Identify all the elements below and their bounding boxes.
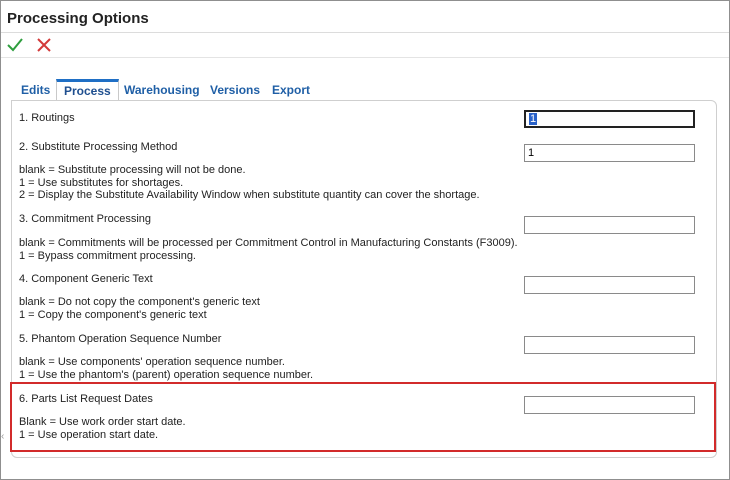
- toolbar: [1, 33, 729, 58]
- option-1-value: 1: [529, 113, 538, 125]
- window-title: Processing Options: [7, 10, 149, 27]
- option-5-phantom-seq-input[interactable]: [524, 336, 695, 354]
- collapse-handle[interactable]: ‹: [1, 431, 9, 451]
- close-icon: [37, 38, 51, 52]
- option-5-desc-line: 1 = Use the phantom's (parent) operation…: [19, 368, 314, 381]
- option-3-label: 3. Commitment Processing: [19, 213, 152, 225]
- option-3-description: blank = Commitments will be processed pe…: [19, 237, 518, 262]
- checkmark-icon: [7, 38, 23, 52]
- option-4-label: 4. Component Generic Text: [19, 273, 153, 285]
- option-2-desc-line: 2 = Display the Substitute Availability …: [19, 189, 480, 201]
- tab-export[interactable]: Export: [272, 80, 310, 100]
- option-4-desc-line: 1 = Copy the component's generic text: [19, 308, 207, 321]
- title-bar: Processing Options: [1, 1, 729, 33]
- cancel-button[interactable]: [35, 36, 53, 54]
- option-2-label: 2. Substitute Processing Method: [19, 141, 178, 153]
- option-1-routings-input[interactable]: 1: [524, 110, 695, 128]
- option-5-desc-line: blank = Use components' operation sequen…: [19, 356, 285, 368]
- option-5-description: blank = Use components' operation sequen…: [19, 356, 313, 381]
- processing-options-window: Processing Options Edits Process Warehou…: [0, 0, 730, 480]
- option-2-substitute-input[interactable]: 1: [524, 144, 695, 162]
- option-3-desc-line: blank = Commitments will be processed pe…: [19, 237, 518, 249]
- option-2-desc-line: blank = Substitute processing will not b…: [19, 164, 246, 176]
- tab-edits[interactable]: Edits: [21, 80, 50, 100]
- option-5-label: 5. Phantom Operation Sequence Number: [19, 333, 222, 345]
- tab-versions[interactable]: Versions: [210, 80, 260, 100]
- option-3-desc-line: 1 = Bypass commitment processing.: [19, 249, 196, 262]
- option-3-commitment-input[interactable]: [524, 216, 695, 234]
- option-1-label: 1. Routings: [19, 112, 75, 124]
- ok-button[interactable]: [6, 36, 24, 54]
- option-4-description: blank = Do not copy the component's gene…: [19, 296, 260, 321]
- tab-process[interactable]: Process: [56, 79, 119, 101]
- highlight-box: [10, 382, 716, 452]
- option-2-description: blank = Substitute processing will not b…: [19, 164, 480, 202]
- option-2-desc-line: 1 = Use substitutes for shortages.: [19, 176, 184, 189]
- option-4-desc-line: blank = Do not copy the component's gene…: [19, 296, 260, 308]
- option-4-generic-text-input[interactable]: [524, 276, 695, 294]
- tab-warehousing[interactable]: Warehousing: [124, 80, 200, 100]
